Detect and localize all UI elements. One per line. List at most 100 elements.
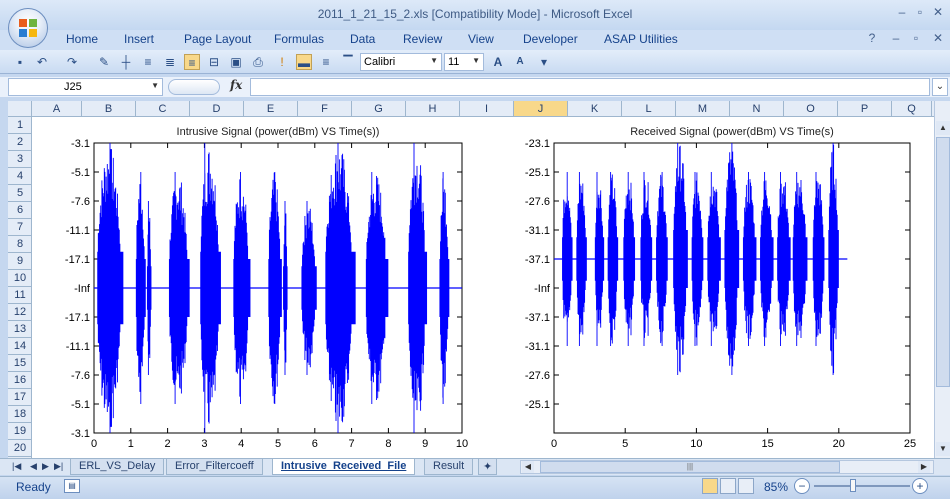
column-header-f[interactable]: F [298,101,352,116]
picture-icon[interactable]: ▣ [228,54,244,70]
minimize-button[interactable]: – [894,6,910,20]
insert-sheet-icon[interactable]: ✦ [478,459,498,475]
column-header-j[interactable]: J [514,101,568,116]
next-sheet-icon[interactable]: ▶ [42,461,49,472]
tab-home[interactable]: Home [66,32,98,46]
tab-page-layout[interactable]: Page Layout [184,32,251,46]
row-header-19[interactable]: 19 [8,423,31,440]
column-header-o[interactable]: O [784,101,838,116]
column-header-b[interactable]: B [82,101,136,116]
name-box[interactable]: J25 ▼ [8,78,163,96]
prev-sheet-icon[interactable]: ◀ [30,461,37,472]
macro-recording-icon[interactable]: ▤ [64,479,80,493]
column-header-e[interactable]: E [244,101,298,116]
office-button[interactable] [8,8,48,48]
row-header-5[interactable]: 5 [8,185,31,202]
column-header-p[interactable]: P [838,101,892,116]
formula-bar-slider[interactable] [168,79,220,95]
row-header-17[interactable]: 17 [8,389,31,406]
row-header-4[interactable]: 4 [8,168,31,185]
align-top-icon[interactable]: ▔ [340,54,356,70]
zoom-slider-thumb[interactable] [850,479,856,492]
page-break-view-button[interactable] [738,478,754,494]
row-header-20[interactable]: 20 [8,440,31,457]
help-icon[interactable]: ? [864,32,880,46]
ribbon-minimize-button[interactable]: – [888,32,904,46]
undo-icon[interactable]: ↶ [34,54,50,70]
tab-insert[interactable]: Insert [124,32,154,46]
tab-formulas[interactable]: Formulas [274,32,324,46]
maximize-button[interactable]: ▫ [912,6,928,20]
tab-view[interactable]: View [468,32,494,46]
ribbon-close-button[interactable]: ✕ [930,32,946,46]
font-name-select[interactable]: Calibri ▼ [360,53,442,71]
sheet-tab-erl-vs-delay[interactable]: ERL_VS_Delay [70,459,165,475]
first-sheet-icon[interactable]: |◀ [12,461,21,472]
row-header-15[interactable]: 15 [8,355,31,372]
column-header-d[interactable]: D [190,101,244,116]
row-header-2[interactable]: 2 [8,134,31,151]
intrusive-signal-chart[interactable]: Intrusive Signal (power(dBm) VS Time(s))… [36,117,502,458]
sheet-tab-intrusive-received-file[interactable]: Intrusive_Received_File [272,459,416,475]
zoom-in-button[interactable]: + [912,478,928,494]
column-header-k[interactable]: K [568,101,622,116]
alert-icon[interactable]: ! [274,54,290,70]
align-icon[interactable]: ≡ [184,54,200,70]
tab-asap-utilities[interactable]: ASAP Utilities [604,32,678,46]
decrease-font-icon[interactable]: A [512,54,528,70]
tab-developer[interactable]: Developer [523,32,578,46]
normal-view-button[interactable] [702,478,718,494]
close-button[interactable]: ✕ [930,6,946,20]
column-header-m[interactable]: M [676,101,730,116]
select-all-corner[interactable] [8,101,32,117]
zoom-level[interactable]: 85% [764,480,788,494]
row-header-6[interactable]: 6 [8,202,31,219]
column-header-n[interactable]: N [730,101,784,116]
page-layout-view-button[interactable] [720,478,736,494]
column-header-q[interactable]: Q [892,101,932,116]
column-header-a[interactable]: A [32,101,82,116]
row-header-10[interactable]: 10 [8,270,31,287]
vertical-scrollbar[interactable]: ▲ ▼ [934,101,950,458]
format-painter-icon[interactable]: ✎ [96,54,112,70]
font-size-select[interactable]: 11 ▼ [444,53,484,71]
column-header-l[interactable]: L [622,101,676,116]
formula-input[interactable] [250,78,930,96]
last-sheet-icon[interactable]: ▶| [54,461,63,472]
redo-icon[interactable]: ↷ [64,54,80,70]
column-header-g[interactable]: G [352,101,406,116]
indent-icon[interactable]: ≡ [140,54,156,70]
row-header-9[interactable]: 9 [8,253,31,270]
column-header-h[interactable]: H [406,101,460,116]
row-header-11[interactable]: 11 [8,287,31,304]
wrap-text-icon[interactable]: ⊟ [206,54,222,70]
received-signal-chart[interactable]: Received Signal (power(dBm) VS Time(s) -2… [510,117,930,458]
row-header-14[interactable]: 14 [8,338,31,355]
scroll-right-icon[interactable]: ▶ [918,461,930,473]
row-header-13[interactable]: 13 [8,321,31,338]
ribbon-restore-button[interactable]: ▫ [908,32,924,46]
zoom-out-button[interactable]: − [794,478,810,494]
align-center-icon[interactable]: ≡ [318,54,334,70]
row-header-12[interactable]: 12 [8,304,31,321]
zoom-slider-track[interactable] [814,485,910,487]
sheet-tab-error-filtercoeff[interactable]: Error_Filtercoeff [166,459,263,475]
expand-formula-bar-button[interactable]: ⌄ [932,78,948,96]
increase-font-icon[interactable]: A [490,54,506,70]
outdent-icon[interactable]: ≣ [162,54,178,70]
row-header-7[interactable]: 7 [8,219,31,236]
freeze-panes-icon[interactable]: ┼ [118,54,134,70]
row-header-3[interactable]: 3 [8,151,31,168]
column-header-i[interactable]: I [460,101,514,116]
row-header-8[interactable]: 8 [8,236,31,253]
horizontal-scroll-thumb[interactable]: ||| [540,461,840,473]
scroll-down-icon[interactable]: ▼ [936,442,950,456]
tab-review[interactable]: Review [403,32,442,46]
row-header-16[interactable]: 16 [8,372,31,389]
worksheet-area[interactable]: Intrusive Signal (power(dBm) VS Time(s))… [32,117,934,458]
sheet-tab-result[interactable]: Result [424,459,474,475]
row-header-1[interactable]: 1 [8,117,31,134]
print-icon[interactable]: ⎙ [250,54,266,70]
scroll-up-icon[interactable]: ▲ [936,121,950,135]
column-header-c[interactable]: C [136,101,190,116]
